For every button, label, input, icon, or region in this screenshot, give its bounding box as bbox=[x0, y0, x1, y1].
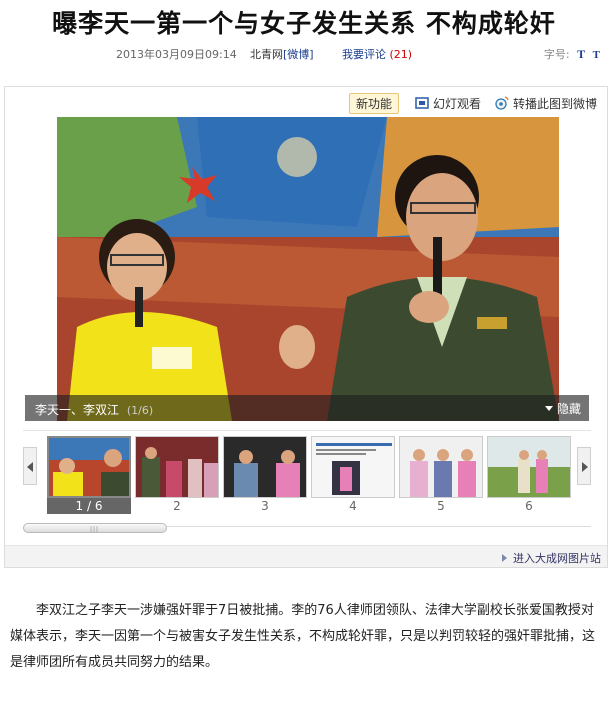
arrow-right-icon bbox=[582, 462, 588, 472]
font-size-small-button[interactable]: T bbox=[593, 49, 600, 61]
thumbnail-4[interactable]: 4 bbox=[311, 436, 395, 513]
thumbnail-image[interactable] bbox=[47, 436, 131, 498]
comment-count: (21) bbox=[389, 48, 413, 61]
thumbnail-image[interactable] bbox=[399, 436, 483, 498]
thumbnail-2[interactable]: 2 bbox=[135, 436, 219, 513]
thumbnail-image[interactable] bbox=[487, 436, 571, 498]
slideshow-label[interactable]: 幻灯观看 bbox=[433, 95, 481, 112]
thumbnail-1[interactable]: 1 / 6 bbox=[47, 436, 131, 514]
scrollbar-handle[interactable]: ||| bbox=[23, 523, 167, 533]
thumbnail-label: 3 bbox=[261, 499, 269, 513]
caret-down-icon bbox=[544, 406, 553, 411]
photo-counter: (1/6) bbox=[126, 404, 154, 417]
publish-date: 2013年03月09日09:14 bbox=[116, 48, 237, 61]
thumbnail-image[interactable] bbox=[311, 436, 395, 498]
comment-link[interactable]: 我要评论 (21) bbox=[342, 46, 412, 62]
grip-icon: ||| bbox=[90, 526, 100, 533]
caption-text: 李天一、李双江 bbox=[35, 403, 120, 417]
enter-gallery-label[interactable]: 进入大成网图片站 bbox=[513, 550, 601, 566]
thumbnail-next-button[interactable] bbox=[577, 447, 591, 485]
thumbnail-image[interactable] bbox=[223, 436, 307, 498]
gallery-footer: 进入大成网图片站 bbox=[5, 545, 607, 567]
photo-caption-bar: 李天一、李双江 (1/6) 隐藏 bbox=[25, 395, 589, 421]
arrow-left-icon bbox=[27, 462, 33, 472]
thumbnail-scrollbar[interactable]: ||| bbox=[23, 523, 591, 533]
thumbnail-label: 1 / 6 bbox=[47, 498, 131, 514]
thumbnail-prev-button[interactable] bbox=[23, 447, 37, 485]
thumbnail-label: 4 bbox=[349, 499, 357, 513]
slideshow-button[interactable]: 幻灯观看 bbox=[415, 95, 481, 112]
source-name[interactable]: 北青网 bbox=[250, 48, 283, 61]
hide-caption-button[interactable]: 隐藏 bbox=[544, 400, 581, 417]
thumbnail-3[interactable]: 3 bbox=[223, 436, 307, 513]
source: 北青网[微博] bbox=[250, 46, 314, 62]
weibo-icon bbox=[495, 96, 509, 110]
thumbnail-5[interactable]: 5 bbox=[399, 436, 483, 513]
font-size-control: 字号: T T bbox=[544, 46, 600, 62]
thumbnails: 1 / 6 2 3 4 5 6 bbox=[47, 436, 571, 516]
share-weibo-button[interactable]: 转播此图到微博 bbox=[495, 95, 597, 112]
new-feature-badge[interactable]: 新功能 bbox=[348, 92, 399, 114]
hide-label[interactable]: 隐藏 bbox=[557, 400, 581, 417]
gallery-toolbar: 新功能 幻灯观看 转播此图到微博 bbox=[348, 92, 597, 114]
thumbnail-label: 2 bbox=[173, 499, 181, 513]
article-title: 曝李天一第一个与女子发生关系 不构成轮奸 bbox=[52, 9, 556, 38]
enter-gallery-link[interactable]: 进入大成网图片站 bbox=[502, 550, 601, 566]
source-weibo-link[interactable]: [微博] bbox=[283, 48, 314, 61]
share-weibo-label[interactable]: 转播此图到微博 bbox=[513, 95, 597, 112]
comment-label[interactable]: 我要评论 bbox=[342, 48, 386, 61]
thumbnail-image[interactable] bbox=[135, 436, 219, 498]
thumbnail-label: 5 bbox=[437, 499, 445, 513]
slideshow-icon bbox=[415, 96, 429, 110]
article-meta: 2013年03月09日09:14 北青网[微博] 我要评论 (21) 字号: T… bbox=[0, 45, 608, 63]
font-size-label: 字号: bbox=[543, 48, 570, 61]
arrow-right-icon bbox=[502, 554, 507, 562]
photo-gallery: 新功能 幻灯观看 转播此图到微博 李天一、李双江 (1/6) 隐藏 1 / 6 … bbox=[4, 86, 608, 568]
font-size-large-button[interactable]: T bbox=[577, 47, 585, 61]
thumbnail-label: 6 bbox=[525, 499, 533, 513]
article-body: 李双江之子李天一涉嫌强奸罪于7日被批捕。李的76人律师团领队、法律大学副校长张爱… bbox=[10, 603, 596, 670]
thumbnail-strip: 1 / 6 2 3 4 5 6 bbox=[23, 430, 591, 514]
main-photo[interactable] bbox=[57, 117, 559, 421]
photo-caption: 李天一、李双江 (1/6) bbox=[35, 401, 153, 418]
thumbnail-6[interactable]: 6 bbox=[487, 436, 571, 513]
